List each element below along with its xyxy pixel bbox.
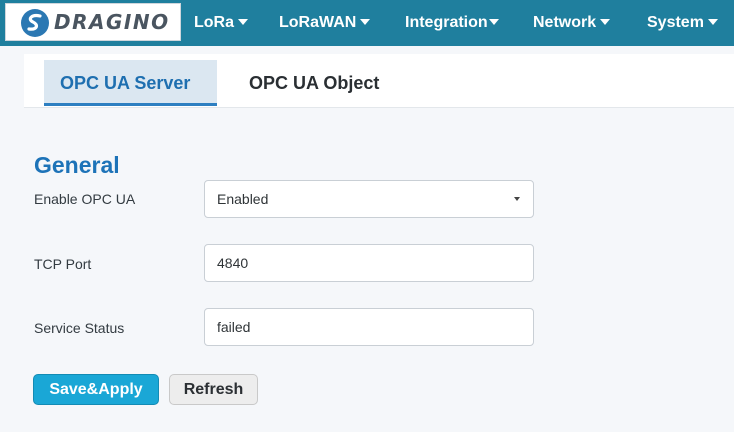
caret-down-icon <box>707 18 718 25</box>
save-apply-button[interactable]: Save&Apply <box>33 374 159 405</box>
nav-item-label: Network <box>533 14 597 31</box>
service-status-label: Service Status <box>34 320 125 336</box>
nav-item-label: Integration <box>405 14 488 31</box>
nav-item-label: LoRa <box>194 14 234 31</box>
dragino-logo-icon <box>21 9 49 37</box>
enable-opc-ua-label: Enable OPC UA <box>34 191 136 207</box>
enable-opc-ua-select[interactable]: Enabled <box>204 180 534 218</box>
tcp-port-input[interactable]: 4840 <box>204 244 534 282</box>
nav-item-lorawan[interactable]: LoRaWAN <box>279 0 371 46</box>
enable-opc-ua-value: Enabled <box>217 191 269 207</box>
nav-item-integration[interactable]: Integration <box>405 0 499 46</box>
caret-down-icon <box>360 18 371 25</box>
tcp-port-value: 4840 <box>217 255 249 271</box>
service-status-value: failed <box>217 319 251 335</box>
section-title: General <box>34 152 120 178</box>
service-status-input[interactable]: failed <box>204 308 534 346</box>
brand-logo[interactable]: DRAGINO <box>5 3 181 41</box>
nav-item-label: LoRaWAN <box>279 14 357 31</box>
nav-item-label: System <box>647 14 704 31</box>
tab-opc-ua-object[interactable]: OPC UA Object <box>233 60 395 106</box>
caret-down-icon <box>488 18 499 25</box>
nav-item-network[interactable]: Network <box>533 0 611 46</box>
top-navbar: DRAGINO LoRa LoRaWAN Integration Network… <box>0 0 734 46</box>
tcp-port-label: TCP Port <box>34 256 92 272</box>
caret-down-icon <box>238 18 248 25</box>
brand-name: DRAGINO <box>54 10 170 34</box>
tab-opc-ua-server[interactable]: OPC UA Server <box>44 60 217 106</box>
nav-item-system[interactable]: System <box>647 0 718 46</box>
refresh-button[interactable]: Refresh <box>169 374 258 405</box>
tab-bar: OPC UA Server OPC UA Object <box>24 54 734 108</box>
nav-item-lora[interactable]: LoRa <box>194 0 248 46</box>
caret-down-icon <box>600 18 611 25</box>
chevron-down-icon <box>514 197 520 201</box>
